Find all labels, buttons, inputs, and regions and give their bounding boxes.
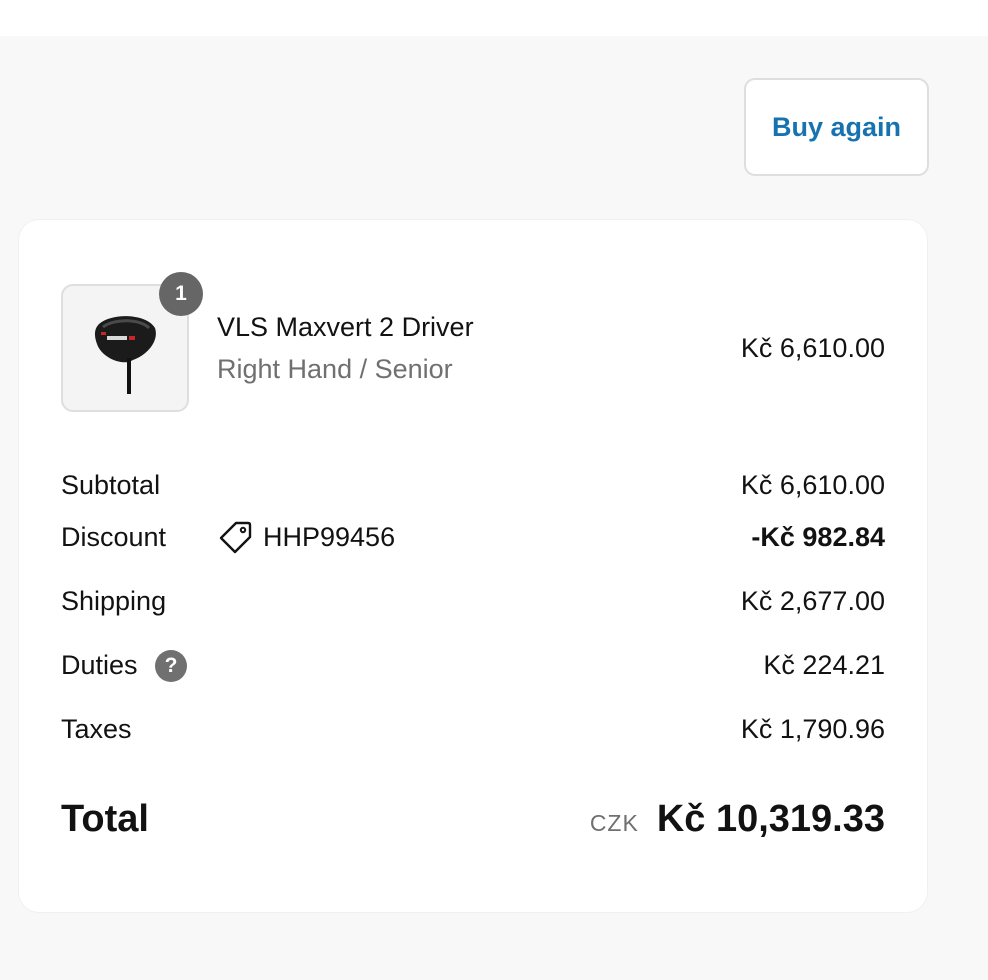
- total-value: Kč 10,319.33: [656, 798, 885, 840]
- buy-again-button[interactable]: Buy again: [744, 78, 929, 176]
- discount-value: -Kč 982.84: [751, 522, 885, 552]
- tag-icon: [219, 521, 252, 554]
- product-variant: Right Hand / Senior: [217, 354, 453, 384]
- total-amount-group: CZK Kč 10,319.33: [590, 798, 885, 841]
- currency-code: CZK: [589, 810, 639, 836]
- shipping-label: Shipping: [61, 586, 167, 616]
- subtotal-value: Kč 6,610.00: [740, 470, 885, 500]
- taxes-label: Taxes: [61, 714, 132, 744]
- discount-code-text: HHP99456: [263, 521, 396, 552]
- golf-driver-icon: [94, 316, 156, 394]
- subtotal-label: Subtotal: [61, 470, 161, 500]
- question-icon[interactable]: ?: [155, 650, 187, 682]
- discount-code: HHP99456: [219, 520, 395, 554]
- order-summary-card: 1 VLS Maxvert 2 Driver Right Hand / Seni…: [19, 220, 927, 912]
- shipping-value: Kč 2,677.00: [740, 586, 885, 616]
- discount-label: Discount: [61, 522, 167, 552]
- total-label: Total: [61, 798, 149, 840]
- top-bar: [0, 0, 988, 36]
- product-price: Kč 6,610.00: [740, 333, 885, 363]
- product-name: VLS Maxvert 2 Driver: [217, 312, 474, 342]
- duties-value: Kč 224.21: [763, 650, 885, 680]
- taxes-value: Kč 1,790.96: [740, 714, 885, 744]
- duties-label: Duties: [61, 650, 138, 680]
- quantity-badge: 1: [159, 272, 203, 316]
